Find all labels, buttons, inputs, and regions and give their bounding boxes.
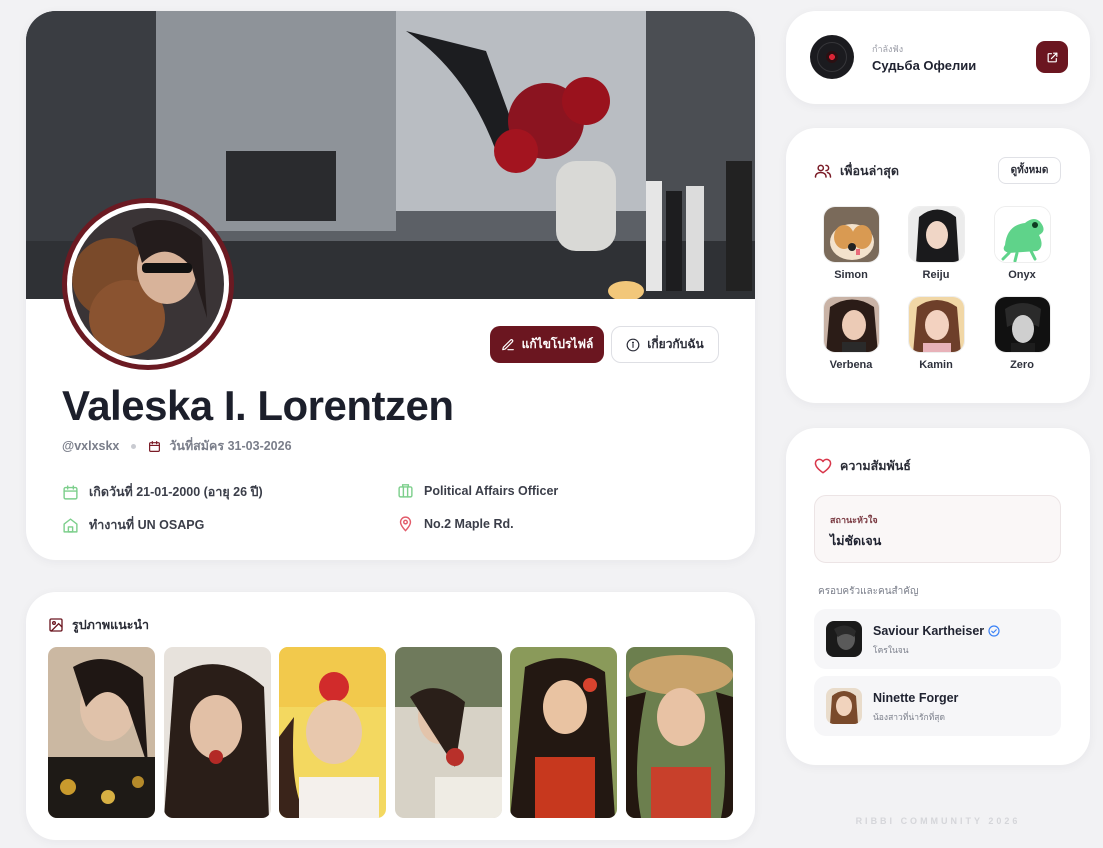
job-text: Political Affairs Officer: [424, 483, 559, 498]
footer-text: RIBBI COMMUNITY 2026: [855, 816, 1021, 826]
friend-simon[interactable]: Simon: [816, 206, 886, 281]
profile-handle: @vxlxskx: [62, 439, 120, 453]
friend-avatar: [907, 206, 965, 263]
joined-date: วันที่สมัคร 31-03-2026: [169, 439, 292, 453]
edit-icon: [501, 338, 514, 350]
workplace-text: ทำงานที่ UN OSAPG: [89, 518, 205, 532]
relationship-title: ความสัมพันธ์: [840, 459, 911, 473]
now-playing-label: กำลังฟัง: [872, 44, 904, 54]
relationship-header: ความสัมพันธ์: [814, 456, 911, 476]
address-text: No.2 Maple Rd.: [424, 516, 514, 531]
heart-status-box: สถานะหัวใจ ไม่ชัดเจน: [814, 495, 1061, 563]
birthday-info: เกิดวันที่ 21-01-2000 (อายุ 26 ปี): [62, 482, 263, 502]
member-name: Ninette Forger: [873, 691, 959, 705]
image-icon: [49, 618, 63, 632]
profile-name: Valeska I. Lorentzen: [62, 382, 454, 429]
job-info: Political Affairs Officer: [397, 482, 558, 499]
friend-name: Reiju: [922, 269, 950, 281]
friend-name: Onyx: [1008, 269, 1036, 281]
friends-title: เพื่อนล่าสุด: [840, 164, 899, 178]
external-link-icon: [1047, 52, 1057, 62]
heart-status-label: สถานะหัวใจ: [830, 515, 878, 525]
now-playing-card: กำลังฟัง Судьба Офелии: [786, 11, 1090, 104]
gallery-photo-2[interactable]: [164, 647, 271, 818]
heart-icon: [814, 458, 832, 474]
friend-avatar: [822, 296, 880, 353]
open-music-button[interactable]: [1036, 41, 1068, 73]
separator-dot: [131, 443, 137, 449]
info-icon: [626, 338, 640, 351]
about-me-button[interactable]: เกี่ยวกับฉัน: [611, 326, 719, 363]
birthday-text: เกิดวันที่ 21-01-2000 (อายุ 26 ปี): [89, 485, 263, 499]
address-info: No.2 Maple Rd.: [397, 515, 514, 532]
member-role: น้องสาวที่น่ารักที่สุด: [873, 712, 946, 722]
gallery-title: รูปภาพแนะนำ: [72, 618, 150, 632]
friend-kamin[interactable]: Kamin: [901, 296, 971, 371]
friend-avatar: [993, 206, 1051, 263]
calendar-icon: [63, 484, 78, 500]
edit-profile-button[interactable]: แก้ไขโปรไฟล์: [490, 326, 604, 363]
home-icon: [63, 517, 78, 533]
gallery-photo-4[interactable]: [395, 647, 502, 818]
friend-reiju[interactable]: Reiju: [901, 206, 971, 281]
gallery-photo-5[interactable]: [510, 647, 617, 818]
family-section-label: ครอบครัวและคนสำคัญ: [818, 586, 919, 597]
profile-avatar[interactable]: [62, 198, 234, 370]
calendar-icon: [149, 440, 161, 452]
verified-badge-icon: [988, 625, 1000, 637]
friend-name: Zero: [1010, 359, 1034, 371]
gallery-photo-6[interactable]: [626, 647, 733, 818]
about-me-label: เกี่ยวกับฉัน: [647, 337, 704, 351]
friend-avatar: [993, 296, 1051, 353]
workplace-info: ทำงานที่ UN OSAPG: [62, 515, 204, 535]
see-all-friends-button[interactable]: ดูทั้งหมด: [998, 157, 1061, 184]
briefcase-icon: [398, 484, 413, 498]
friend-name: Verbena: [829, 359, 873, 371]
gallery-card: รูปภาพแนะนำ: [26, 592, 755, 840]
heart-status-value: ไม่ชัดเจน: [830, 534, 882, 548]
song-title: Судьба Офелии: [872, 58, 977, 73]
friend-name: Simon: [834, 269, 868, 281]
users-icon: [814, 164, 832, 178]
friend-onyx[interactable]: Onyx: [987, 206, 1057, 281]
member-name-row: Ninette Forger: [873, 691, 958, 705]
friend-name: Kamin: [919, 359, 953, 371]
gallery-header: รูปภาพแนะนำ: [48, 615, 149, 635]
member-name-row: Saviour Kartheiser: [873, 624, 1000, 638]
friends-header: เพื่อนล่าสุด: [814, 161, 899, 181]
member-name: Saviour Kartheiser: [873, 624, 985, 638]
friends-card: เพื่อนล่าสุด ดูทั้งหมด Simon Reiju Onyx …: [786, 128, 1090, 403]
friend-avatar: [822, 206, 880, 263]
vinyl-disc-icon: [810, 35, 854, 79]
profile-subline: @vxlxskx วันที่สมัคร 31-03-2026: [62, 436, 292, 456]
friend-zero[interactable]: Zero: [987, 296, 1057, 371]
member-avatar: [826, 621, 862, 657]
friend-avatar: [907, 296, 965, 353]
gallery-photo-3[interactable]: [279, 647, 386, 818]
edit-profile-label: แก้ไขโปรไฟล์: [521, 337, 594, 351]
gallery-photo-1[interactable]: [48, 647, 155, 818]
member-avatar: [826, 688, 862, 724]
family-member-ninette[interactable]: Ninette Forger น้องสาวที่น่ารักที่สุด: [814, 676, 1061, 736]
friend-verbena[interactable]: Verbena: [816, 296, 886, 371]
family-member-saviour[interactable]: Saviour Kartheiser โครในจน: [814, 609, 1061, 669]
profile-card: แก้ไขโปรไฟล์ เกี่ยวกับฉัน Valeska I. Lor…: [26, 11, 755, 560]
relationship-card: ความสัมพันธ์ สถานะหัวใจ ไม่ชัดเจน ครอบคร…: [786, 428, 1090, 765]
location-pin-icon: [399, 516, 412, 532]
member-role: โครในจน: [873, 645, 909, 655]
